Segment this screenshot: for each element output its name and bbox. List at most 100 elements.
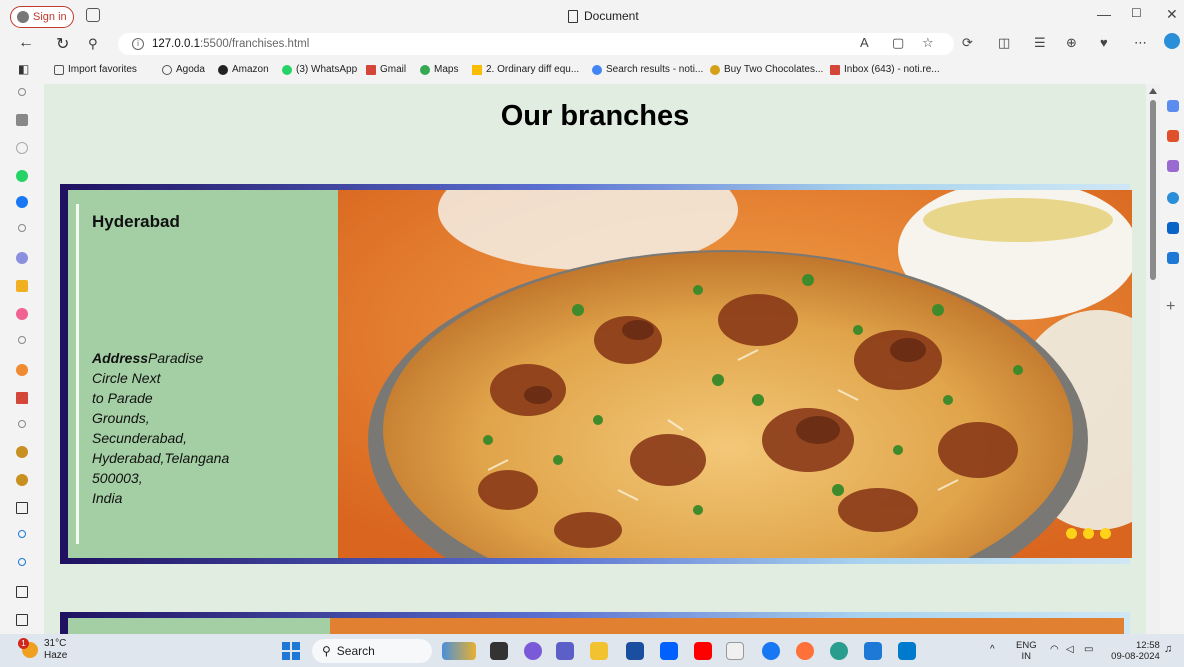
search-icon[interactable] [18,88,26,96]
close-button[interactable]: ✕ [1166,6,1178,23]
bookmark-whatsapp[interactable]: (3) WhatsApp [282,64,357,75]
profile-icon [17,11,29,23]
gmail-icon [366,64,376,75]
tag-icon[interactable] [1167,100,1179,112]
search-icon[interactable] [18,336,26,344]
collections-icon[interactable]: ⊕ [1066,35,1077,51]
app-icon[interactable] [16,114,28,126]
branch-card-next [60,612,1130,634]
chocolate-icon[interactable] [16,474,28,486]
split-screen-icon[interactable]: ◫ [998,35,1010,51]
search-icon[interactable] [18,224,26,232]
extensions-icon[interactable]: ⟳ [962,35,973,51]
document-icon[interactable] [16,614,28,626]
bookmark-search-results[interactable]: Search results - noti... [592,64,703,75]
outlook-icon[interactable] [1167,222,1179,234]
site-info-icon[interactable]: i [132,38,144,50]
facebook-icon[interactable] [16,196,28,208]
tab-actions-icon[interactable] [86,8,100,22]
add-icon[interactable]: + [1166,298,1178,315]
carousel-dot[interactable] [1066,528,1077,539]
document-icon[interactable] [16,586,28,598]
bookmark-import-favorites[interactable]: Import favorites [54,64,137,75]
restore-button[interactable]: ☐ [1131,6,1142,20]
search-icon[interactable] [18,558,26,566]
read-aloud-icon[interactable]: A [860,35,869,50]
document-title: Document [584,9,639,23]
address-bar[interactable]: i 127.0.0.1:5500/franchises.html [118,33,954,55]
more-menu-icon[interactable]: ⋯ [1134,35,1147,51]
whatsapp-icon[interactable] [16,170,28,182]
start-button[interactable] [282,642,300,660]
edge-icon[interactable] [830,642,848,660]
dropbox-icon[interactable] [660,642,678,660]
scroll-up-icon[interactable] [1149,88,1157,94]
carousel-dot[interactable] [1100,528,1111,539]
immersive-reader-icon[interactable]: ▢ [892,35,904,51]
bookmark-amazon[interactable]: Amazon [218,64,269,75]
file-explorer-icon[interactable] [590,642,608,660]
whatsapp-icon [282,64,292,75]
bookmark-maps[interactable]: Maps [420,64,458,75]
gmail-icon[interactable] [16,392,28,404]
carousel-indicator[interactable] [1066,528,1111,539]
app-icon[interactable] [16,280,28,292]
address-line: Secunderabad, [92,430,187,446]
performance-icon[interactable]: ♥ [1100,35,1108,50]
people-icon[interactable] [1167,160,1179,172]
maps-icon [420,64,430,75]
store-icon[interactable] [626,642,644,660]
sign-in-button[interactable]: Sign in [10,6,74,28]
copilot-icon[interactable] [1164,33,1180,49]
branch-city: Hyderabad [92,212,180,231]
tray-chevron-icon[interactable]: ^ [990,644,995,655]
app-icon[interactable] [864,642,882,660]
bookmark-gmail[interactable]: Gmail [366,64,406,75]
app-icon[interactable] [16,364,28,376]
carousel-dot[interactable] [1083,528,1094,539]
page-scrollbar[interactable] [1146,84,1160,634]
sidebar-toggle-icon[interactable]: ◧ [18,62,29,76]
battery-icon[interactable]: ▭ [1084,644,1093,655]
widgets-icon[interactable] [442,642,476,660]
copilot-icon[interactable] [1167,192,1179,204]
teams-icon[interactable] [556,642,574,660]
bookmark-inbox[interactable]: Inbox (643) - noti.re... [830,64,940,75]
chocolate-icon[interactable] [16,446,28,458]
bookmark-buy-chocolates[interactable]: Buy Two Chocolates... [710,64,823,75]
firefox-icon[interactable] [796,642,814,660]
refresh-icon[interactable]: ↻ [56,34,69,54]
favorites-icon[interactable]: ☰ [1034,35,1046,51]
settings-icon[interactable] [16,142,28,154]
vscode-icon[interactable] [898,642,916,660]
bookmark-agoda[interactable]: Agoda [162,64,205,75]
language-indicator[interactable]: ENG IN [1016,640,1037,662]
youtube-icon[interactable] [694,642,712,660]
notification-bell-icon[interactable]: ♫ [1164,644,1172,655]
search-icon[interactable]: ⚲ [88,36,98,52]
taskbar-search[interactable]: ⚲ Search [312,639,432,663]
amazon-icon[interactable] [726,642,744,660]
document-icon [568,9,578,23]
windows-taskbar: 1 31°C Haze ⚲ Search ^ ENG IN ◠ ◁ ▭ 12:58 0… [0,634,1184,667]
copilot-icon[interactable] [524,642,542,660]
scrollbar-thumb[interactable] [1150,100,1156,280]
app-icon[interactable] [1167,252,1179,264]
favorite-star-icon[interactable]: ☆ [922,35,934,51]
app-icon[interactable] [16,252,28,264]
task-view-icon[interactable] [490,642,508,660]
minimize-button[interactable]: — [1097,6,1111,22]
back-icon[interactable]: ← [18,34,34,52]
document-icon[interactable] [16,502,28,514]
clock[interactable]: 12:58 09-08-2024 [1108,640,1160,662]
search-icon[interactable] [18,530,26,538]
search-icon[interactable] [18,420,26,428]
briefcase-icon[interactable] [1167,130,1179,142]
wifi-icon[interactable]: ◠ [1050,644,1059,655]
bookmark-ordinary-diff[interactable]: 2. Ordinary diff equ... [472,64,579,75]
facebook-icon[interactable] [762,642,780,660]
weather-widget[interactable]: 1 31°C Haze [18,638,67,662]
volume-icon[interactable]: ◁ [1066,644,1074,655]
windows-logo-icon [282,642,290,650]
app-icon[interactable] [16,308,28,320]
